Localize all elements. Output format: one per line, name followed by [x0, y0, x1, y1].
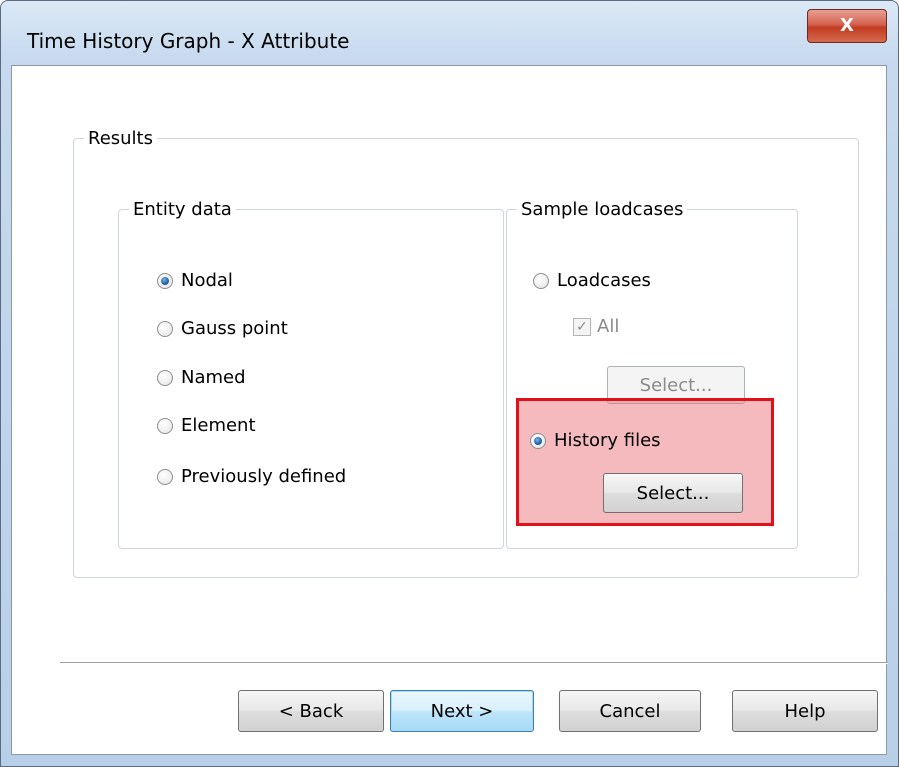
- close-button[interactable]: X: [807, 9, 887, 43]
- results-legend: Results: [88, 128, 153, 149]
- checkbox-label: All: [597, 316, 620, 337]
- sample-loadcases-legend: Sample loadcases: [521, 199, 684, 220]
- help-button[interactable]: Help: [732, 690, 878, 732]
- radio-nodal[interactable]: Nodal: [157, 270, 233, 291]
- window-title: Time History Graph - X Attribute: [27, 29, 350, 53]
- title-bar[interactable]: Time History Graph - X Attribute X: [1, 1, 898, 63]
- dialog-window: Time History Graph - X Attribute X Resul…: [0, 0, 899, 767]
- entity-data-legend: Entity data: [133, 199, 232, 220]
- radio-label: Nodal: [181, 270, 233, 291]
- radio-history-files[interactable]: History files: [530, 430, 661, 451]
- radio-label: History files: [554, 430, 661, 451]
- radio-checked-icon[interactable]: [530, 432, 546, 449]
- radio-named[interactable]: Named: [157, 367, 246, 388]
- entity-data-group: Entity data Nodal Gauss point Named Elem…: [118, 199, 504, 549]
- history-files-highlight: History files Select...: [516, 398, 774, 526]
- radio-previously-defined[interactable]: Previously defined: [157, 466, 346, 487]
- radio-gauss-point[interactable]: Gauss point: [157, 318, 288, 339]
- radio-label: Loadcases: [557, 270, 651, 291]
- radio-label: Named: [181, 367, 246, 388]
- history-files-select-button[interactable]: Select...: [603, 473, 743, 513]
- radio-element[interactable]: Element: [157, 415, 256, 436]
- radio-label: Gauss point: [181, 318, 288, 339]
- radio-unchecked-icon[interactable]: [157, 417, 173, 434]
- checkbox-all[interactable]: ✓ All: [573, 316, 619, 337]
- radio-unchecked-icon[interactable]: [533, 272, 549, 289]
- radio-checked-icon[interactable]: [157, 272, 173, 289]
- back-button[interactable]: < Back: [238, 690, 384, 732]
- cancel-button[interactable]: Cancel: [559, 690, 701, 732]
- dialog-client-area: Results Entity data Nodal Gauss point Na…: [11, 65, 888, 755]
- close-icon: X: [840, 15, 854, 36]
- radio-label: Element: [181, 415, 256, 436]
- radio-loadcases[interactable]: Loadcases: [533, 270, 651, 291]
- radio-label: Previously defined: [181, 466, 347, 487]
- next-button[interactable]: Next >: [390, 690, 534, 732]
- checkmark-icon[interactable]: ✓: [573, 317, 591, 336]
- radio-unchecked-icon[interactable]: [157, 320, 173, 337]
- radio-unchecked-icon[interactable]: [157, 369, 173, 386]
- radio-unchecked-icon[interactable]: [157, 468, 173, 485]
- footer-separator: [60, 662, 888, 664]
